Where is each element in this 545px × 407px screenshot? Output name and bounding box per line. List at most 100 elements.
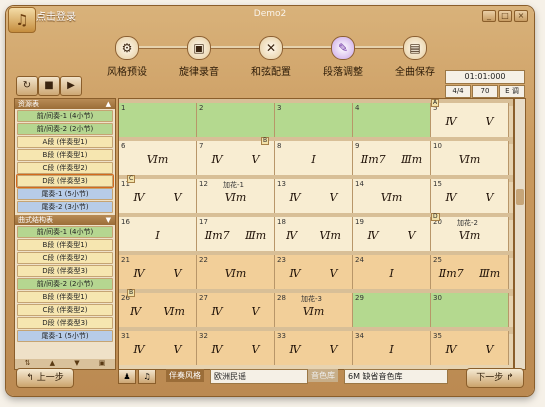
chord-symbol[interactable]: Ⅰ bbox=[155, 229, 159, 242]
chord-symbol[interactable]: Ⅴ bbox=[330, 191, 338, 204]
chord-symbol[interactable]: Ⅰ bbox=[311, 153, 315, 166]
chord-symbol[interactable]: Ⅴ bbox=[174, 267, 182, 280]
measure-cell[interactable]: 23 Ⅳ Ⅴ bbox=[275, 255, 353, 289]
step-section-adjust[interactable]: ✎ 段落调整 bbox=[308, 32, 378, 78]
measure-cell[interactable]: 32 Ⅳ Ⅴ bbox=[197, 331, 275, 365]
chord-symbol[interactable]: Ⅰ bbox=[389, 343, 393, 356]
measure-cell[interactable]: 31 Ⅳ Ⅴ bbox=[119, 331, 197, 365]
chord-symbol[interactable]: Ⅲm bbox=[401, 153, 422, 166]
list-item[interactable]: D段 (伴奏型3) bbox=[17, 265, 113, 277]
list-item[interactable]: B段 (伴奏型1) bbox=[17, 239, 113, 251]
list-item[interactable]: 前/间奏-1 (4小节) bbox=[17, 110, 113, 122]
measure-cell[interactable]: 35 Ⅳ Ⅴ bbox=[431, 331, 509, 365]
next-step-button[interactable]: 下一步 ↱ bbox=[466, 368, 524, 388]
list-item[interactable]: 尾奏-1 (5小节) bbox=[17, 330, 113, 342]
measure-cell[interactable]: 15 Ⅳ Ⅴ bbox=[431, 179, 509, 213]
list-item[interactable]: C段 (伴奏型2) bbox=[17, 304, 113, 316]
chevron-down-icon[interactable]: ▼ bbox=[106, 215, 111, 225]
measure-cell[interactable]: 26 Ⅳ Ⅵm bbox=[119, 293, 197, 327]
chord-symbol[interactable]: Ⅵm bbox=[459, 229, 481, 242]
list-item[interactable]: D段 (伴奏型3) bbox=[17, 317, 113, 329]
measure-cell[interactable]: 20 加花-2 Ⅵm bbox=[431, 217, 509, 251]
down-icon[interactable]: ▼ bbox=[74, 359, 79, 369]
measure-cell[interactable]: 33 Ⅳ Ⅴ bbox=[275, 331, 353, 365]
measure-cell[interactable]: 24 Ⅰ bbox=[353, 255, 431, 289]
chord-symbol[interactable]: Ⅴ bbox=[486, 343, 494, 356]
chord-symbol[interactable]: Ⅴ bbox=[174, 191, 182, 204]
user-icon[interactable]: ♟ bbox=[118, 369, 136, 384]
chevron-up-icon[interactable]: ▲ bbox=[106, 99, 111, 109]
measure-cell[interactable]: 5ⅣⅤ bbox=[431, 103, 509, 137]
chord-symbol[interactable]: Ⅴ bbox=[252, 305, 260, 318]
chord-symbol[interactable]: Ⅴ bbox=[252, 343, 260, 356]
measure-cell[interactable]: 6 Ⅵm bbox=[119, 141, 197, 175]
measure-cell[interactable]: 4 bbox=[353, 103, 431, 137]
chord-symbol[interactable]: Ⅳ bbox=[134, 267, 145, 280]
key-readout[interactable]: E 调 bbox=[499, 85, 525, 98]
list-item[interactable]: 尾奏-2 (3小节) bbox=[17, 201, 113, 213]
measure-cell[interactable]: 25 Ⅱm7 Ⅲm bbox=[431, 255, 509, 289]
loop-button[interactable]: ↻ bbox=[16, 76, 38, 96]
chord-symbol[interactable]: Ⅳ bbox=[134, 191, 145, 204]
chord-symbol[interactable]: Ⅵm bbox=[163, 305, 185, 318]
measure-cell[interactable]: 21 Ⅳ Ⅴ bbox=[119, 255, 197, 289]
meter-readout[interactable]: 4/4 bbox=[445, 85, 471, 98]
list-item[interactable]: A段 (伴奏型1) bbox=[17, 136, 113, 148]
chord-symbol[interactable]: Ⅵm bbox=[147, 153, 169, 166]
measure-cell[interactable]: 34 Ⅰ bbox=[353, 331, 431, 365]
chord-symbol[interactable]: Ⅴ bbox=[486, 115, 494, 128]
measure-cell[interactable]: 1 bbox=[119, 103, 197, 137]
list-item[interactable]: 前/间奏-2 (2小节) bbox=[17, 278, 113, 290]
measure-cell[interactable]: 13 Ⅳ Ⅴ bbox=[275, 179, 353, 213]
measure-cell[interactable]: 28 加花-3 Ⅵm bbox=[275, 293, 353, 327]
chord-symbol[interactable]: Ⅳ bbox=[290, 267, 301, 280]
chord-symbol[interactable]: Ⅲm bbox=[479, 267, 500, 280]
measure-cell[interactable]: 14 Ⅵm bbox=[353, 179, 431, 213]
chord-symbol[interactable]: Ⅴ bbox=[174, 343, 182, 356]
chord-symbol[interactable]: Ⅳ bbox=[212, 305, 223, 318]
chord-symbol[interactable]: Ⅵm bbox=[225, 267, 247, 280]
measure-cell[interactable]: 2 bbox=[197, 103, 275, 137]
section-marker[interactable]: B bbox=[127, 289, 136, 297]
measure-cell[interactable]: 7ⅣⅤ bbox=[197, 141, 275, 175]
chord-symbol[interactable]: Ⅰ bbox=[389, 267, 393, 280]
measure-cell[interactable]: 10 Ⅵm bbox=[431, 141, 509, 175]
measure-cell[interactable]: 3 bbox=[275, 103, 353, 137]
step-save-song[interactable]: ▤ 全曲保存 bbox=[380, 32, 450, 78]
step-melody-record[interactable]: ▣ 旋律录音 bbox=[164, 32, 234, 78]
measure-cell[interactable]: 30 bbox=[431, 293, 509, 327]
list-item[interactable]: 尾奏-1 (5小节) bbox=[17, 188, 113, 200]
chord-symbol[interactable]: Ⅴ bbox=[252, 153, 260, 166]
chord-symbol[interactable]: Ⅵm bbox=[225, 191, 247, 204]
prev-step-button[interactable]: ↰ 上一步 bbox=[16, 368, 74, 388]
chord-symbol[interactable]: Ⅳ bbox=[212, 153, 223, 166]
list-item[interactable]: 前/间奏-2 (2小节) bbox=[17, 123, 113, 135]
tempo-readout[interactable]: 70 bbox=[472, 85, 498, 98]
section-marker[interactable]: A bbox=[431, 99, 440, 107]
chord-symbol[interactable]: Ⅳ bbox=[446, 191, 457, 204]
chord-symbol[interactable]: Ⅳ bbox=[130, 305, 141, 318]
chord-symbol[interactable]: Ⅱm7 bbox=[361, 153, 386, 166]
chord-symbol[interactable]: Ⅵm bbox=[319, 229, 341, 242]
chord-symbol[interactable]: Ⅳ bbox=[290, 191, 301, 204]
chord-symbol[interactable]: Ⅴ bbox=[330, 343, 338, 356]
chord-symbol[interactable]: Ⅳ bbox=[286, 229, 297, 242]
stop-button[interactable]: ■ bbox=[38, 76, 60, 96]
list-item[interactable]: 前/间奏-1 (4小节) bbox=[17, 226, 113, 238]
chord-symbol[interactable]: Ⅱm7 bbox=[439, 267, 464, 280]
measure-cell[interactable]: 19 Ⅳ Ⅴ bbox=[353, 217, 431, 251]
chord-symbol[interactable]: Ⅴ bbox=[486, 191, 494, 204]
measure-cell[interactable]: 18 Ⅳ Ⅵm bbox=[275, 217, 353, 251]
step-style-preset[interactable]: ⚙ 风格预设 bbox=[92, 32, 162, 78]
chord-symbol[interactable]: Ⅵm bbox=[459, 153, 481, 166]
measure-cell[interactable]: 29 bbox=[353, 293, 431, 327]
chord-symbol[interactable]: Ⅳ bbox=[446, 115, 457, 128]
delete-icon[interactable]: ▣ bbox=[99, 359, 106, 369]
chord-symbol[interactable]: Ⅳ bbox=[446, 343, 457, 356]
list-item[interactable]: C段 (伴奏型2) bbox=[17, 162, 113, 174]
list-item[interactable]: C段 (伴奏型2) bbox=[17, 252, 113, 264]
section-marker[interactable]: B bbox=[261, 137, 270, 145]
maximize-button[interactable]: □ bbox=[498, 10, 512, 22]
note-icon[interactable]: ♫ bbox=[138, 369, 156, 384]
measure-cell[interactable]: 12 加花-1 Ⅵm bbox=[197, 179, 275, 213]
